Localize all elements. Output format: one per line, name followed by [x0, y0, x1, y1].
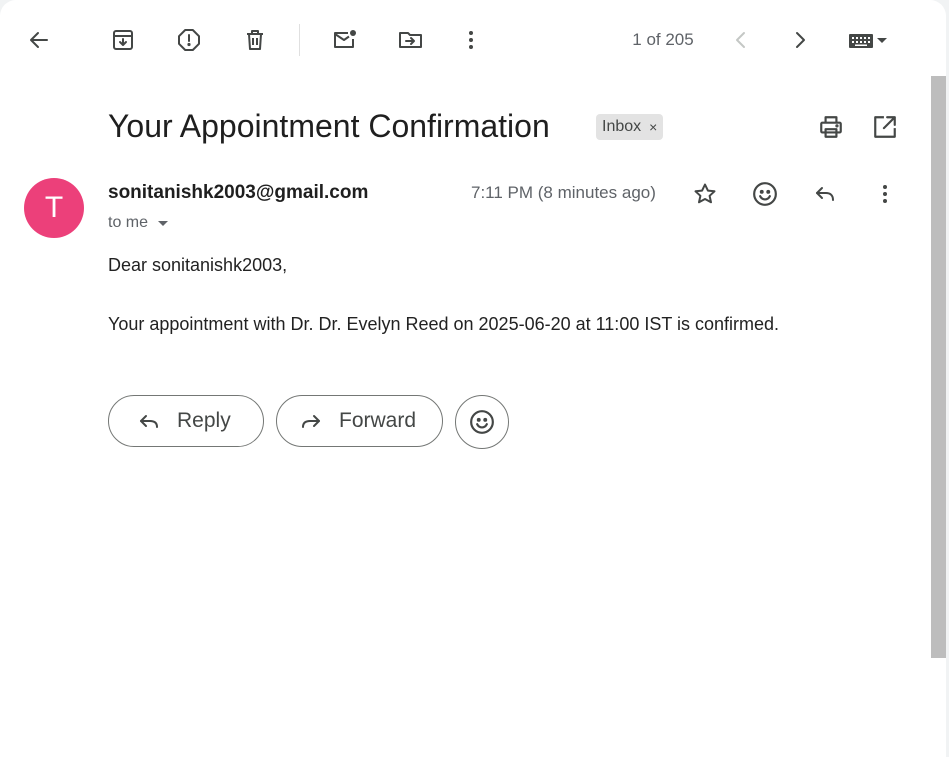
newer-button[interactable] — [721, 20, 761, 60]
body-greeting: Dear sonitanishk2003, — [108, 255, 288, 275]
reply-icon — [816, 187, 834, 201]
email-subject: Your Appointment Confirmation — [108, 108, 550, 144]
report-spam-button[interactable] — [169, 20, 209, 60]
react-emoji-button[interactable] — [455, 395, 509, 449]
inbox-label[interactable]: Inbox × — [596, 114, 664, 140]
archive-button[interactable] — [103, 20, 143, 60]
reply-icon — [140, 415, 158, 428]
label-text: Inbox — [602, 118, 642, 135]
mark-unread-icon — [334, 30, 356, 48]
archive-icon — [113, 30, 133, 50]
emoji-icon — [470, 410, 494, 434]
message-more-button[interactable] — [865, 174, 905, 214]
move-to-folder-icon — [399, 32, 422, 48]
more-options-button[interactable] — [451, 20, 491, 60]
report-spam-icon — [178, 29, 200, 51]
dropdown-arrow-icon — [877, 38, 887, 43]
more-vert-icon — [469, 31, 473, 49]
reply-button[interactable]: Reply — [108, 395, 264, 447]
forward-button[interactable]: Forward — [276, 395, 443, 447]
add-reaction-button[interactable] — [745, 174, 785, 214]
older-button[interactable] — [780, 20, 820, 60]
forward-label: Forward — [339, 409, 417, 432]
more-vert-icon — [883, 185, 887, 203]
message-counter: 1 of 205 — [632, 30, 694, 49]
forward-icon — [302, 415, 320, 428]
email-view: 1 of 205 Your Appointment Confirmation I… — [0, 0, 946, 757]
keyboard-icon — [849, 34, 873, 48]
star-icon — [694, 183, 716, 204]
reply-icon-button[interactable] — [805, 174, 845, 214]
back-button[interactable] — [19, 20, 59, 60]
open-in-new-icon — [874, 116, 896, 138]
sender-email[interactable]: sonitanishk2003@gmail.com — [108, 182, 368, 204]
trash-icon — [247, 30, 263, 50]
star-button[interactable] — [685, 174, 725, 214]
delete-button[interactable] — [235, 20, 275, 60]
remove-label-button[interactable]: × — [649, 119, 657, 135]
recipient-details-toggle[interactable]: to me — [108, 213, 169, 233]
input-tools-button[interactable] — [840, 20, 896, 60]
emoji-icon — [753, 182, 777, 206]
arrow-back-icon — [30, 32, 48, 48]
move-to-button[interactable] — [391, 20, 431, 60]
reply-label: Reply — [177, 409, 231, 432]
open-in-new-window-button[interactable] — [865, 107, 905, 147]
caret-down-icon — [158, 220, 169, 226]
mark-unread-button[interactable] — [325, 20, 365, 60]
sender-avatar[interactable]: T — [24, 178, 84, 238]
vertical-scrollbar[interactable] — [931, 76, 946, 658]
recipient-text: to me — [108, 214, 149, 231]
chevron-right-icon — [796, 32, 805, 48]
toolbar-divider — [299, 24, 300, 56]
body-text: Your appointment with Dr. Dr. Evelyn Ree… — [108, 314, 780, 334]
chevron-left-icon — [736, 32, 745, 48]
print-button[interactable] — [811, 107, 851, 147]
message-timestamp: 7:11 PM (8 minutes ago) — [471, 183, 656, 202]
print-icon — [820, 116, 842, 138]
